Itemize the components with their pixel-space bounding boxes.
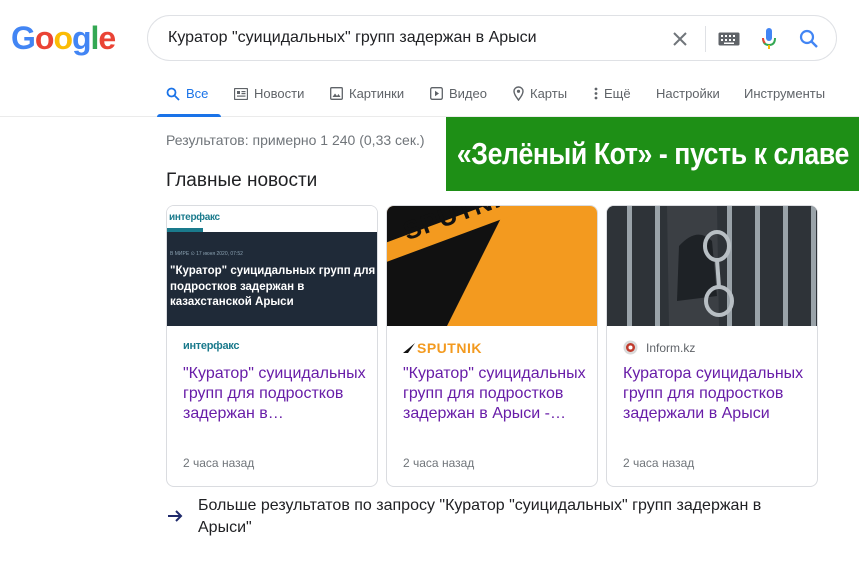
search-icon[interactable] (796, 26, 822, 52)
tab-label: Видео (449, 86, 487, 101)
news-card[interactable]: ИНТЕРФАКС В МИРЕ ⊙ 17 июня 2020, 07:52 "… (166, 205, 378, 487)
logo-letter: g (71, 20, 92, 56)
news-thumbnail (607, 206, 817, 326)
google-logo[interactable]: Google (11, 20, 116, 57)
more-results-text[interactable]: Больше результатов по запросу "Куратор "… (198, 495, 786, 539)
news-time: 2 часа назад (183, 456, 255, 470)
top-stories-title: Главные новости (166, 170, 318, 191)
more-results-link[interactable]: Больше результатов по запросу "Куратор "… (166, 495, 786, 539)
news-card[interactable]: Inform.kz Куратора суицидальных групп дл… (606, 205, 818, 487)
mic-icon[interactable] (756, 26, 782, 52)
news-time: 2 часа назад (623, 456, 695, 470)
search-input[interactable]: Куратор "суицидальных" групп задержан в … (168, 29, 537, 47)
tab-news[interactable]: Новости (234, 86, 304, 101)
tab-settings[interactable]: Настройки (656, 86, 720, 101)
inform-kz-icon (623, 340, 638, 355)
image-icon (330, 87, 343, 100)
news-source: ИНТЕРФАКС (183, 340, 239, 352)
news-headline[interactable]: "Куратор" суицидальных групп для подрост… (183, 364, 367, 424)
tab-maps[interactable]: Карты (513, 86, 567, 101)
news-time: 2 часа назад (403, 456, 475, 470)
result-stats: Результатов: примерно 1 240 (0,33 сек.) (166, 132, 425, 148)
source-name: Inform.kz (646, 340, 696, 355)
tab-label: Новости (254, 86, 305, 101)
tab-label: Все (186, 86, 209, 101)
search-divider (705, 26, 706, 52)
logo-letter: o (53, 20, 73, 56)
logo-letter: G (11, 20, 36, 56)
logo-letter: o (34, 20, 55, 56)
interfax-logo: ИНТЕРФАКС (169, 212, 220, 223)
arrow-right-icon (168, 510, 183, 522)
logo-letter: l (90, 20, 100, 56)
banner-text: «Зелёный Кот» - пусть к славе (456, 136, 849, 171)
logo-letter: e (98, 20, 116, 56)
tab-label: Карты (530, 86, 568, 101)
news-card[interactable]: SPUTNIK SPUTNIK "Куратор" суицидальных г… (386, 205, 598, 487)
overlay-banner: «Зелёный Кот» - пусть к славе (446, 117, 859, 191)
news-thumbnail: SPUTNIK (387, 206, 597, 326)
active-tab-indicator (157, 114, 221, 117)
thumb-headline: "Куратор" суицидальных групп для подрост… (170, 265, 376, 308)
keyboard-icon[interactable] (716, 26, 742, 52)
map-pin-icon (513, 86, 524, 101)
sputnik-icon (403, 343, 415, 353)
tab-label: Настройки (656, 86, 720, 101)
tab-all[interactable]: Все (166, 86, 208, 101)
clear-icon[interactable] (667, 26, 693, 52)
search-icon (166, 87, 180, 101)
tab-label: Картинки (349, 86, 405, 101)
tab-label: Ещё (604, 86, 631, 101)
tab-video[interactable]: Видео (430, 86, 487, 101)
search-box[interactable]: Куратор "суицидальных" групп задержан в … (147, 15, 837, 61)
news-icon (234, 87, 248, 100)
more-vert-icon (594, 87, 598, 100)
news-thumbnail: ИНТЕРФАКС В МИРЕ ⊙ 17 июня 2020, 07:52 "… (167, 206, 377, 326)
search-tabs: Все Новости Картинки Видео Карты Ещё Нас… (0, 80, 859, 117)
tab-images[interactable]: Картинки (330, 86, 404, 101)
video-icon (430, 87, 443, 100)
news-source: SPUTNIK (403, 340, 482, 356)
tab-tools[interactable]: Инструменты (744, 86, 825, 101)
news-source: Inform.kz (623, 340, 695, 355)
interfax-logo: ИНТЕРФАКС (183, 340, 240, 352)
tab-label: Инструменты (744, 86, 826, 101)
thumb-meta: В МИРЕ ⊙ 17 июня 2020, 07:52 (170, 251, 243, 257)
sputnik-logo: SPUTNIK (417, 340, 482, 356)
tab-more[interactable]: Ещё (594, 86, 631, 101)
news-headline[interactable]: Куратора суицидальных групп для подростк… (623, 364, 807, 424)
news-headline[interactable]: "Куратор" суицидальных групп для подрост… (403, 364, 587, 424)
